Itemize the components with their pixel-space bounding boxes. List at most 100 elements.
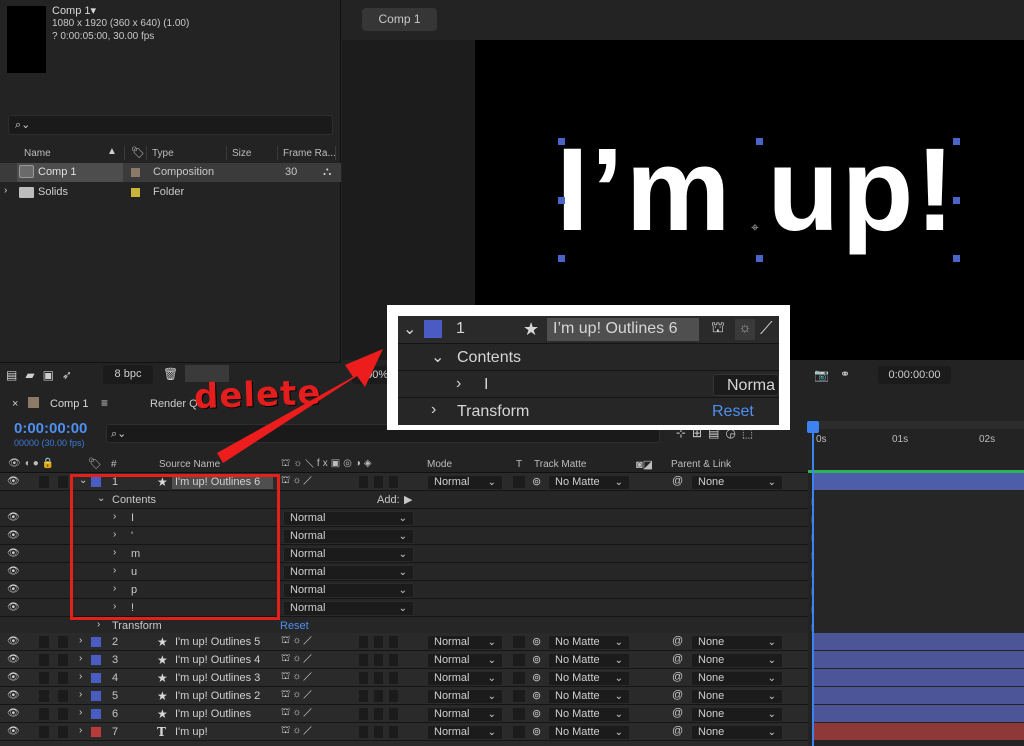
label-swatch[interactable] <box>131 188 140 197</box>
switch-box[interactable] <box>374 726 383 738</box>
col-size[interactable]: Size <box>232 148 251 159</box>
layer-name[interactable]: I'm up! Outlines 3 <box>175 672 260 684</box>
add-play-icon[interactable]: ▶ <box>404 493 412 506</box>
label-swatch[interactable] <box>91 637 101 647</box>
parent-dropdown[interactable]: None ⌄ <box>691 635 783 650</box>
track-matte-dropdown[interactable]: No Matte ⌄ <box>548 653 630 668</box>
blend-mode-dropdown[interactable]: Normal ⌄ <box>283 601 414 616</box>
blend-mode-dropdown[interactable]: Normal ⌄ <box>283 565 414 580</box>
switch-box[interactable] <box>389 708 398 720</box>
label-swatch[interactable] <box>91 727 101 737</box>
timeline-timecode[interactable]: 0:00:00:00 <box>14 420 87 437</box>
blend-mode-dropdown[interactable]: Normal ⌄ <box>283 511 414 526</box>
work-area-bar[interactable] <box>808 421 1024 429</box>
playhead[interactable] <box>812 424 814 746</box>
mode-dropdown[interactable]: Normal ⌄ <box>427 475 503 490</box>
viewer-tab-comp1[interactable]: Comp 1 <box>362 8 437 31</box>
bbox-handle[interactable] <box>558 255 565 262</box>
matte-icon[interactable]: ⊚ <box>532 689 541 702</box>
mode-dropdown[interactable]: Normal ⌄ <box>427 689 503 704</box>
bbox-handle[interactable] <box>558 138 565 145</box>
col-type[interactable]: Type <box>152 148 174 159</box>
label-tag-icon[interactable]: 🏷 <box>88 457 102 470</box>
lock-toggle[interactable] <box>58 654 68 666</box>
col-name[interactable]: Name <box>24 148 51 159</box>
layer-bar-6[interactable] <box>812 705 1024 722</box>
pick-whip-icon[interactable]: @ <box>672 653 683 665</box>
project-footer-icons[interactable]: ▤▰▣➶ <box>6 368 80 382</box>
mode-dropdown[interactable]: Normal ⌄ <box>427 653 503 668</box>
comp-info-name[interactable]: Comp 1▾ <box>52 4 96 17</box>
parent-dropdown[interactable]: None ⌄ <box>691 671 783 686</box>
col-parent-link[interactable]: Parent & Link <box>671 459 731 470</box>
preserve-transparency-toggle[interactable] <box>513 690 525 702</box>
add-label[interactable]: Add: <box>377 494 400 506</box>
parent-dropdown[interactable]: None ⌄ <box>691 689 783 704</box>
playhead-handle[interactable] <box>807 421 819 433</box>
mode-dropdown[interactable]: Normal ⌄ <box>427 725 503 740</box>
chevron-right-icon[interactable]: › <box>79 689 82 700</box>
switch-box[interactable] <box>359 672 368 684</box>
layer-switches[interactable]: ⛫☼⟋ <box>281 635 314 648</box>
chevron-right-icon[interactable]: › <box>4 185 7 196</box>
pick-whip-icon[interactable]: @ <box>672 707 683 719</box>
layer-row-6[interactable]: 👁 › 6 ★ I'm up! Outlines ⛫☼⟋ Normal ⌄ ⊚ N… <box>0 705 808 723</box>
mode-dropdown[interactable]: Normal ⌄ <box>427 707 503 722</box>
bbox-handle[interactable] <box>756 138 763 145</box>
matte-icon[interactable]: ⊚ <box>532 635 541 648</box>
switch-box[interactable] <box>359 636 368 648</box>
eye-icon[interactable]: 👁 <box>7 531 20 541</box>
eye-icon[interactable]: 👁 <box>7 603 20 613</box>
bbox-handle[interactable] <box>953 197 960 204</box>
chevron-right-icon[interactable]: › <box>79 671 82 682</box>
eye-icon[interactable]: 👁 <box>7 477 20 487</box>
col-mode[interactable]: Mode <box>427 459 452 470</box>
col-t[interactable]: T <box>516 459 522 470</box>
lock-toggle[interactable] <box>58 726 68 738</box>
layer-bar-5[interactable] <box>812 687 1024 704</box>
layer-switches[interactable]: ⛫☼⟋ <box>281 725 314 738</box>
bbox-handle[interactable] <box>953 255 960 262</box>
col-track-matte[interactable]: Track Matte <box>534 459 586 470</box>
reset-link[interactable]: Reset <box>280 620 309 632</box>
switch-box[interactable] <box>374 636 383 648</box>
layer-name[interactable]: I'm up! <box>175 726 208 738</box>
layer-bar-2[interactable] <box>812 633 1024 650</box>
solo-toggle[interactable] <box>39 690 49 702</box>
matte-icon[interactable]: ⊚ <box>532 653 541 666</box>
label-swatch[interactable] <box>131 168 140 177</box>
chevron-right-icon[interactable]: › <box>79 725 82 736</box>
switch-box[interactable] <box>359 690 368 702</box>
track-matte-dropdown[interactable]: No Matte ⌄ <box>548 689 630 704</box>
layer-row-2[interactable]: 👁 › 2 ★ I'm up! Outlines 5 ⛫☼⟋ Normal ⌄ ⊚… <box>0 633 808 651</box>
bbox-handle[interactable] <box>756 255 763 262</box>
lock-toggle[interactable] <box>58 690 68 702</box>
col-source-name[interactable]: Source Name <box>159 459 220 470</box>
label-swatch[interactable] <box>91 709 101 719</box>
chevron-right-icon[interactable]: › <box>79 653 82 664</box>
matte-icon[interactable]: ⊚ <box>532 475 541 488</box>
lock-toggle[interactable] <box>58 708 68 720</box>
layer-switches[interactable]: ⛫☼⟋ <box>281 671 314 684</box>
parent-dropdown[interactable]: None ⌄ <box>691 725 783 740</box>
label-tag-icon[interactable]: 🏷 <box>131 146 145 159</box>
timeline-tab-comp1[interactable]: Comp 1 <box>50 398 89 410</box>
panel-menu-icon[interactable]: ≡ <box>101 396 108 410</box>
blend-mode-dropdown[interactable]: Normal ⌄ <box>283 529 414 544</box>
preserve-transparency-toggle[interactable] <box>513 726 525 738</box>
layer-switches[interactable]: ⛫☼⟋ <box>281 707 314 720</box>
eye-icon[interactable]: 👁 <box>7 585 20 595</box>
trash-icon[interactable]: 🗑 <box>163 367 178 381</box>
layer-bar-1[interactable] <box>812 473 1024 490</box>
switch-box[interactable] <box>374 690 383 702</box>
preserve-transparency-toggle[interactable] <box>513 672 525 684</box>
lock-toggle[interactable] <box>58 672 68 684</box>
eye-icon[interactable]: 👁 <box>7 567 20 577</box>
solo-toggle[interactable] <box>39 654 49 666</box>
layer-row-4[interactable]: 👁 › 4 ★ I'm up! Outlines 3 ⛫☼⟋ Normal ⌄ ⊚… <box>0 669 808 687</box>
lock-toggle[interactable] <box>58 476 68 488</box>
label-swatch[interactable] <box>91 655 101 665</box>
layer-row-3[interactable]: 👁 › 3 ★ I'm up! Outlines 4 ⛫☼⟋ Normal ⌄ ⊚… <box>0 651 808 669</box>
switch-box[interactable] <box>389 726 398 738</box>
close-icon[interactable]: × <box>12 398 18 410</box>
